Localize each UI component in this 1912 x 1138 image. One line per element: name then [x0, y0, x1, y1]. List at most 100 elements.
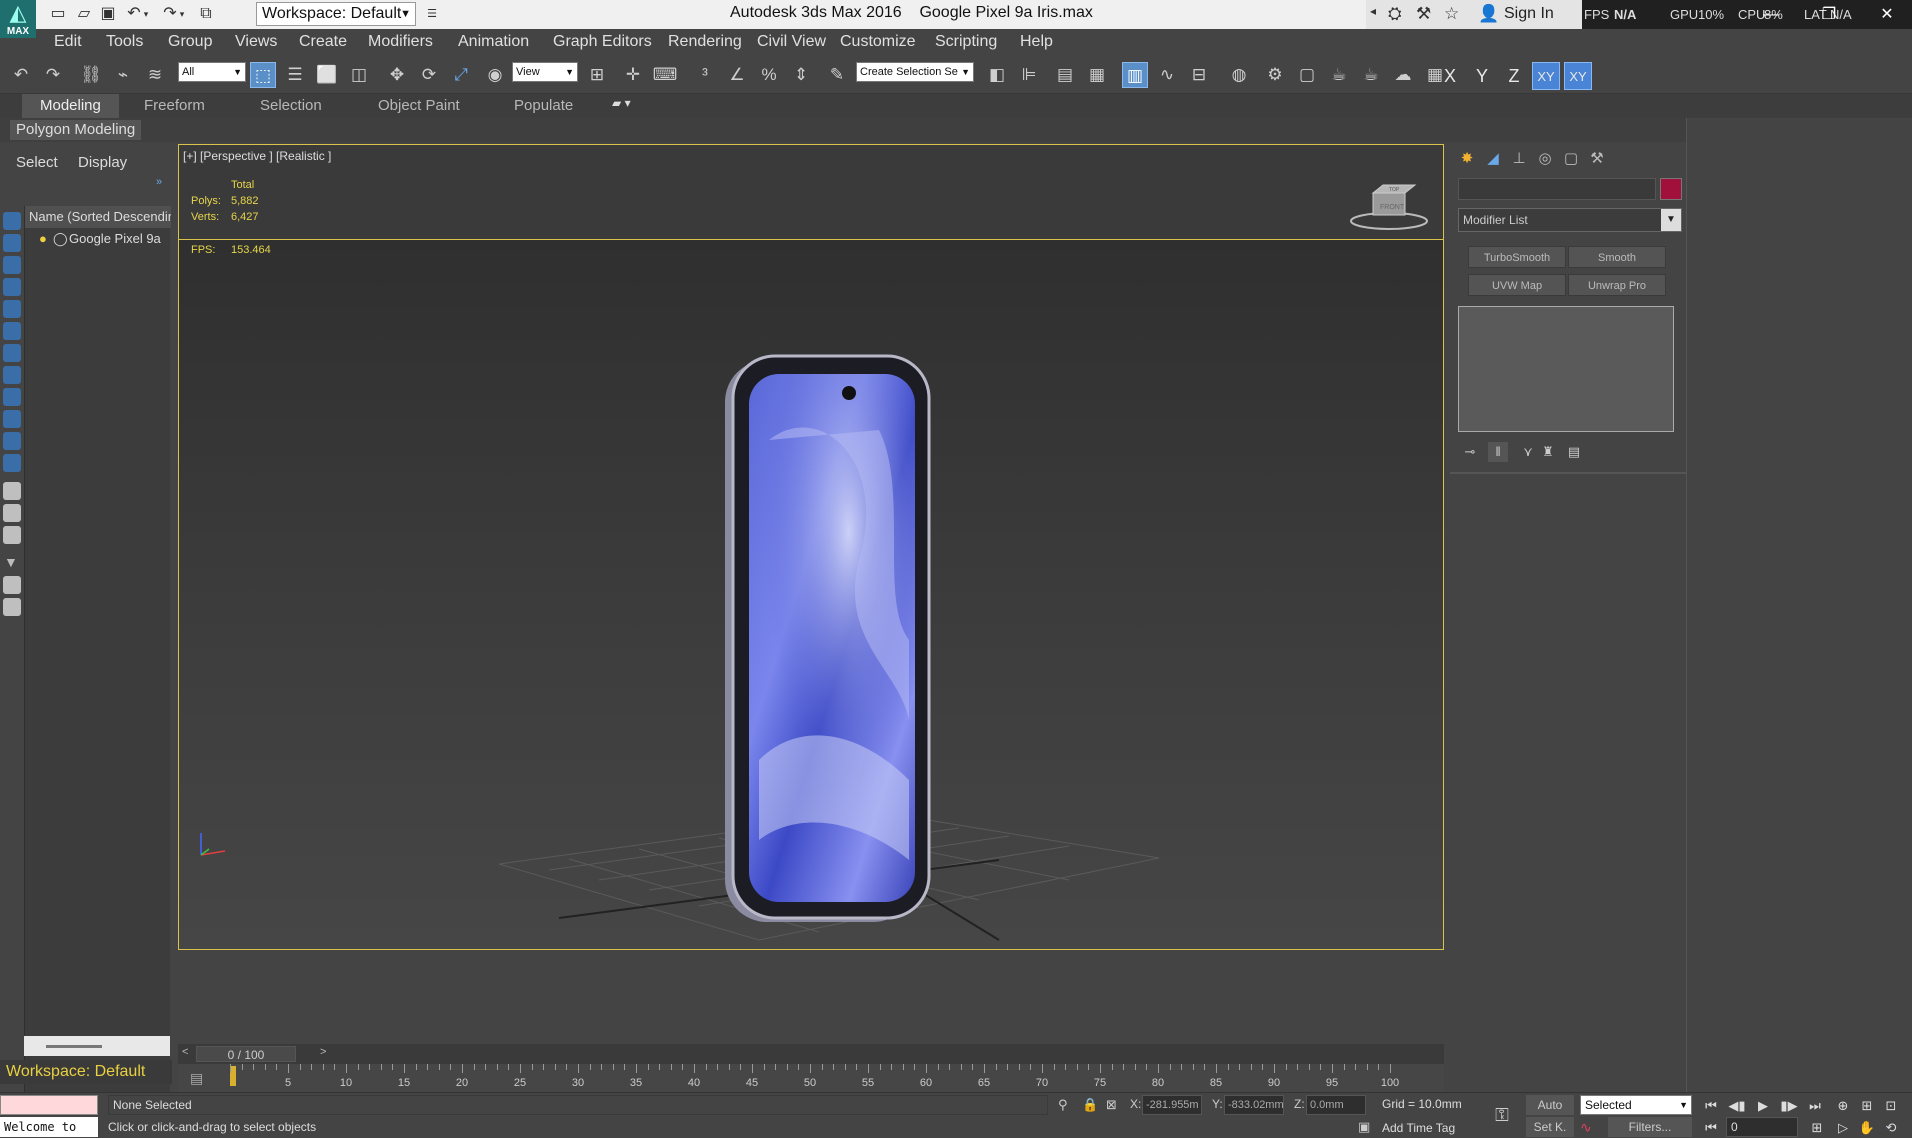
- ribbon-tab-freeform[interactable]: Freeform: [126, 94, 223, 118]
- set-key-icon[interactable]: ⚿: [1484, 1099, 1520, 1131]
- menu-tools[interactable]: Tools: [106, 33, 143, 51]
- polygon-modeling-panel[interactable]: Polygon Modeling: [10, 120, 142, 140]
- motion-tab-icon[interactable]: ◎: [1534, 148, 1556, 170]
- move-icon[interactable]: ✥: [384, 62, 410, 88]
- render-cloud-icon[interactable]: ☁: [1390, 62, 1416, 88]
- angle-snap-icon[interactable]: ∠: [724, 62, 750, 88]
- time-configuration-icon[interactable]: ⊞: [1806, 1119, 1828, 1137]
- display-tab-icon[interactable]: ▢: [1560, 148, 1582, 170]
- ribbon-tab-populate[interactable]: Populate: [496, 94, 591, 118]
- scale-icon[interactable]: ⤢: [448, 62, 474, 88]
- create-tab-icon[interactable]: ✸: [1456, 148, 1478, 170]
- rectangular-selection-icon[interactable]: ⬜: [314, 62, 340, 88]
- menu-scripting[interactable]: Scripting: [935, 33, 997, 51]
- mini-curve-editor-icon[interactable]: ▤: [190, 1070, 203, 1087]
- pin-stack-icon[interactable]: ⊸: [1460, 442, 1480, 462]
- display-all-icon[interactable]: [3, 482, 21, 500]
- snaps-toggle-icon[interactable]: ³: [692, 62, 718, 88]
- keyboard-shortcut-override-icon[interactable]: ⌨: [652, 62, 678, 88]
- utilities-tab-icon[interactable]: ⚒: [1586, 148, 1608, 170]
- redo-dropdown-icon[interactable]: ▾: [176, 3, 188, 25]
- invert-display-icon[interactable]: [3, 526, 21, 544]
- display-xrefs-icon[interactable]: [3, 366, 21, 384]
- customize-toolbar-icon[interactable]: ☰: [420, 3, 444, 25]
- time-slider-thumb[interactable]: 0 / 100: [196, 1046, 296, 1062]
- configure-sets-icon[interactable]: ▤: [1564, 442, 1584, 462]
- light-bulb-icon[interactable]: ●: [39, 228, 53, 250]
- expand-icon[interactable]: »: [156, 176, 162, 188]
- mirror-icon[interactable]: ◧: [984, 62, 1010, 88]
- link-icon[interactable]: ⛓: [78, 62, 104, 88]
- display-groups-icon[interactable]: [3, 344, 21, 362]
- modify-tab-icon[interactable]: ◢: [1482, 148, 1504, 170]
- zoom-all-icon[interactable]: ⊞: [1856, 1097, 1878, 1115]
- edit-named-selection-icon[interactable]: ✎: [824, 62, 850, 88]
- y-coordinate-field[interactable]: -833.02mm: [1224, 1095, 1284, 1115]
- unlink-icon[interactable]: ⌁: [110, 62, 136, 88]
- turbosmooth-button[interactable]: TurboSmooth: [1468, 246, 1566, 268]
- redo-icon[interactable]: ↷: [40, 62, 66, 88]
- display-frozen-icon[interactable]: [3, 432, 21, 450]
- maxscript-listener[interactable]: [0, 1095, 98, 1115]
- display-geometry-icon[interactable]: [3, 212, 21, 230]
- axis-xy-button[interactable]: XY: [1532, 62, 1560, 90]
- ribbon-options-icon[interactable]: ▰ ▾: [612, 96, 631, 110]
- remove-modifier-icon[interactable]: ♜: [1538, 442, 1558, 462]
- menu-create[interactable]: Create: [299, 33, 347, 51]
- explorer-menu-display[interactable]: Display: [78, 154, 127, 171]
- x-coordinate-field[interactable]: -281.955m: [1142, 1095, 1202, 1115]
- perspective-viewport[interactable]: [+] [Perspective ] [Realistic ] Total Po…: [178, 144, 1444, 950]
- percent-snap-icon[interactable]: %: [756, 62, 782, 88]
- maxscript-mini-listener[interactable]: Welcome to: [0, 1117, 98, 1137]
- layer-explorer-icon[interactable]: ▤: [1052, 62, 1078, 88]
- smooth-button[interactable]: Smooth: [1568, 246, 1666, 268]
- uvw-map-button[interactable]: UVW Map: [1468, 274, 1566, 296]
- star-icon[interactable]: ☆: [1444, 4, 1459, 24]
- display-containers-icon[interactable]: [3, 410, 21, 428]
- viewcube-front-face[interactable]: FRONT: [1380, 204, 1405, 211]
- app-logo[interactable]: ◭ MAX: [0, 0, 36, 38]
- display-shapes-icon[interactable]: [3, 234, 21, 252]
- open-file-icon[interactable]: ▱: [72, 3, 96, 25]
- set-key-button[interactable]: Set K.: [1526, 1117, 1574, 1137]
- previous-frame-icon[interactable]: ◀▮: [1726, 1097, 1748, 1115]
- select-manipulate-icon[interactable]: ✛: [620, 62, 646, 88]
- explorer-menu-select[interactable]: Select: [16, 154, 58, 171]
- rendered-frame-window-icon[interactable]: ▢: [1294, 62, 1320, 88]
- time-tag-icon[interactable]: ▣: [1358, 1119, 1370, 1135]
- current-frame-field[interactable]: 0: [1726, 1117, 1798, 1137]
- time-prev-icon[interactable]: <: [182, 1046, 188, 1058]
- select-by-name-icon[interactable]: ☰: [282, 62, 308, 88]
- viewport-label-menu[interactable]: [+] [Perspective ] [Realistic ]: [183, 149, 331, 163]
- field-of-view-icon[interactable]: ▷: [1832, 1119, 1854, 1137]
- key-filters-button[interactable]: Filters...: [1608, 1117, 1692, 1137]
- isolate-selection-icon[interactable]: ⚲: [1058, 1097, 1068, 1113]
- pan-icon[interactable]: ✋: [1856, 1119, 1878, 1137]
- collapse-icon[interactable]: ◂: [1370, 4, 1376, 18]
- display-bones-icon[interactable]: [3, 388, 21, 406]
- next-frame-icon[interactable]: ▮▶: [1778, 1097, 1800, 1115]
- selection-lock-icon[interactable]: 🔒: [1082, 1097, 1098, 1113]
- close-button[interactable]: ✕: [1862, 0, 1912, 29]
- absolute-mode-icon[interactable]: ⊠: [1106, 1097, 1117, 1113]
- object-color-swatch[interactable]: [1660, 178, 1682, 200]
- menu-customize[interactable]: Customize: [840, 33, 916, 51]
- save-file-icon[interactable]: ▣: [96, 3, 120, 25]
- workspace-dropdown[interactable]: Workspace: Default ▼: [256, 2, 416, 26]
- key-filter-dropdown[interactable]: Selected ▼: [1580, 1095, 1692, 1115]
- filter-icon[interactable]: ▼: [4, 554, 18, 570]
- subscription-icon[interactable]: ⚒: [1416, 4, 1431, 24]
- add-time-tag[interactable]: Add Time Tag: [1382, 1121, 1455, 1135]
- display-cameras-icon[interactable]: [3, 278, 21, 296]
- scene-explorer-icon[interactable]: ▥: [1122, 62, 1148, 88]
- project-folder-icon[interactable]: ⧉: [194, 3, 218, 25]
- make-unique-icon[interactable]: ⋎: [1518, 442, 1538, 462]
- selection-filter-dropdown[interactable]: All ▼: [178, 62, 246, 82]
- object-name-field[interactable]: [1458, 178, 1656, 200]
- curve-editor-icon[interactable]: ∿: [1154, 62, 1180, 88]
- ribbon-tab-modeling[interactable]: Modeling: [22, 94, 119, 118]
- z-coordinate-field[interactable]: 0.0mm: [1306, 1095, 1366, 1115]
- binoculars-icon[interactable]: ⛭: [1388, 4, 1402, 24]
- restore-button[interactable]: ❐: [1804, 0, 1854, 29]
- window-crossing-icon[interactable]: ◫: [346, 62, 372, 88]
